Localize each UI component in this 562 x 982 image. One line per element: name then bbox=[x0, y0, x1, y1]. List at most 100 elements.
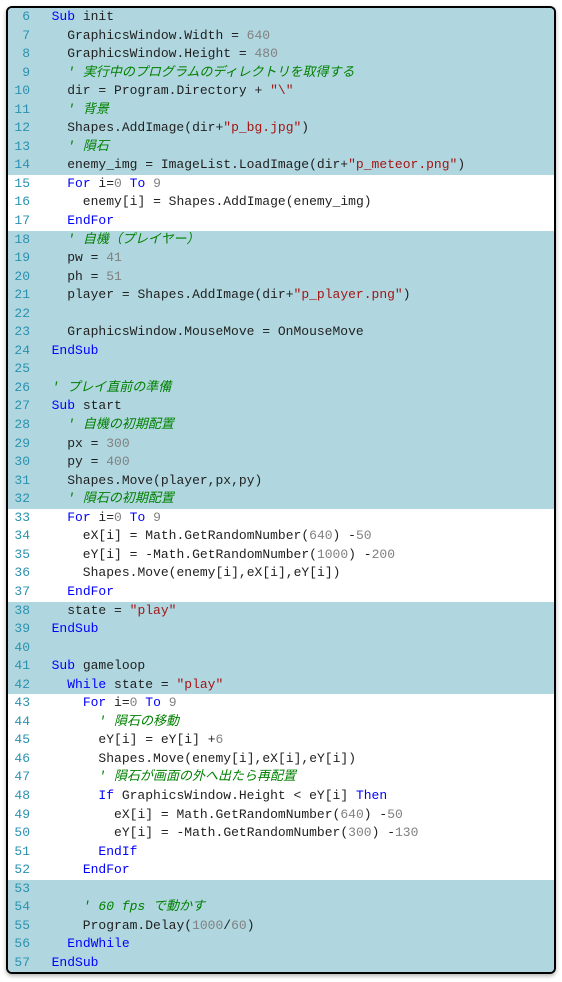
code-content[interactable]: EndFor bbox=[36, 861, 554, 880]
code-content[interactable]: ' 実行中のプログラムのディレクトリを取得する bbox=[36, 64, 554, 83]
code-content[interactable]: ' 隕石 bbox=[36, 138, 554, 157]
code-content[interactable]: EndSub bbox=[36, 620, 554, 639]
code-content[interactable]: EndFor bbox=[36, 583, 554, 602]
code-content[interactable]: Sub gameloop bbox=[36, 657, 554, 676]
code-line[interactable]: 10 dir = Program.Directory + "\" bbox=[8, 82, 554, 101]
code-line[interactable]: 28 ' 自機の初期配置 bbox=[8, 416, 554, 435]
code-line[interactable]: 45 eY[i] = eY[i] +6 bbox=[8, 731, 554, 750]
code-line[interactable]: 16 enemy[i] = Shapes.AddImage(enemy_img) bbox=[8, 193, 554, 212]
code-line[interactable]: 26 ' プレイ直前の準備 bbox=[8, 379, 554, 398]
code-line[interactable]: 17 EndFor bbox=[8, 212, 554, 231]
code-line[interactable]: 8 GraphicsWindow.Height = 480 bbox=[8, 45, 554, 64]
code-line[interactable]: 54 ' 60 fps で動かす bbox=[8, 898, 554, 917]
code-line[interactable]: 6 Sub init bbox=[8, 8, 554, 27]
code-content[interactable]: Sub start bbox=[36, 397, 554, 416]
code-content[interactable]: ' 60 fps で動かす bbox=[36, 898, 554, 917]
code-line[interactable]: 30 py = 400 bbox=[8, 453, 554, 472]
code-line[interactable]: 56 EndWhile bbox=[8, 935, 554, 954]
code-content[interactable]: ' 隕石が画面の外へ出たら再配置 bbox=[36, 768, 554, 787]
code-line[interactable]: 24 EndSub bbox=[8, 342, 554, 361]
code-content[interactable]: state = "play" bbox=[36, 602, 554, 621]
code-content[interactable]: EndIf bbox=[36, 843, 554, 862]
code-content[interactable]: EndFor bbox=[36, 212, 554, 231]
code-content[interactable]: ' プレイ直前の準備 bbox=[36, 379, 554, 398]
code-content[interactable]: While state = "play" bbox=[36, 676, 554, 695]
code-line[interactable]: 18 ' 自機（プレイヤー） bbox=[8, 231, 554, 250]
code-content[interactable]: player = Shapes.AddImage(dir+"p_player.p… bbox=[36, 286, 554, 305]
code-line[interactable]: 25 bbox=[8, 360, 554, 379]
code-content[interactable]: ph = 51 bbox=[36, 268, 554, 287]
code-line[interactable]: 15 For i=0 To 9 bbox=[8, 175, 554, 194]
code-line[interactable]: 38 state = "play" bbox=[8, 602, 554, 621]
code-line[interactable]: 43 For i=0 To 9 bbox=[8, 694, 554, 713]
code-content[interactable]: GraphicsWindow.Height = 480 bbox=[36, 45, 554, 64]
code-line[interactable]: 47 ' 隕石が画面の外へ出たら再配置 bbox=[8, 768, 554, 787]
code-content[interactable]: ' 隕石の移動 bbox=[36, 713, 554, 732]
code-line[interactable]: 57 EndSub bbox=[8, 954, 554, 973]
code-content[interactable]: For i=0 To 9 bbox=[36, 694, 554, 713]
code-line[interactable]: 52 EndFor bbox=[8, 861, 554, 880]
code-content[interactable]: eY[i] = eY[i] +6 bbox=[36, 731, 554, 750]
code-content[interactable]: px = 300 bbox=[36, 435, 554, 454]
code-content[interactable]: For i=0 To 9 bbox=[36, 175, 554, 194]
code-line[interactable]: 53 bbox=[8, 880, 554, 899]
code-content[interactable]: eX[i] = Math.GetRandomNumber(640) -50 bbox=[36, 806, 554, 825]
code-line[interactable]: 41 Sub gameloop bbox=[8, 657, 554, 676]
code-line[interactable]: 42 While state = "play" bbox=[8, 676, 554, 695]
code-line[interactable]: 44 ' 隕石の移動 bbox=[8, 713, 554, 732]
code-line[interactable]: 23 GraphicsWindow.MouseMove = OnMouseMov… bbox=[8, 323, 554, 342]
code-content[interactable]: If GraphicsWindow.Height < eY[i] Then bbox=[36, 787, 554, 806]
code-line[interactable]: 55 Program.Delay(1000/60) bbox=[8, 917, 554, 936]
code-line[interactable]: 33 For i=0 To 9 bbox=[8, 509, 554, 528]
code-content[interactable]: ' 自機の初期配置 bbox=[36, 416, 554, 435]
code-line[interactable]: 27 Sub start bbox=[8, 397, 554, 416]
code-content[interactable]: ' 背景 bbox=[36, 101, 554, 120]
code-content[interactable]: eX[i] = Math.GetRandomNumber(640) -50 bbox=[36, 527, 554, 546]
code-content[interactable]: eY[i] = -Math.GetRandomNumber(300) -130 bbox=[36, 824, 554, 843]
code-line[interactable]: 11 ' 背景 bbox=[8, 101, 554, 120]
code-content[interactable]: Shapes.Move(enemy[i],eX[i],eY[i]) bbox=[36, 750, 554, 769]
code-line[interactable]: 13 ' 隕石 bbox=[8, 138, 554, 157]
code-line[interactable]: 31 Shapes.Move(player,px,py) bbox=[8, 472, 554, 491]
code-content[interactable]: Shapes.Move(enemy[i],eX[i],eY[i]) bbox=[36, 564, 554, 583]
code-line[interactable]: 7 GraphicsWindow.Width = 640 bbox=[8, 27, 554, 46]
code-content[interactable]: EndWhile bbox=[36, 935, 554, 954]
code-content[interactable]: dir = Program.Directory + "\" bbox=[36, 82, 554, 101]
code-line[interactable]: 50 eY[i] = -Math.GetRandomNumber(300) -1… bbox=[8, 824, 554, 843]
code-line[interactable]: 51 EndIf bbox=[8, 843, 554, 862]
code-content[interactable]: ' 自機（プレイヤー） bbox=[36, 231, 554, 250]
code-content[interactable]: enemy_img = ImageList.LoadImage(dir+"p_m… bbox=[36, 156, 554, 175]
code-content[interactable]: GraphicsWindow.Width = 640 bbox=[36, 27, 554, 46]
code-line[interactable]: 49 eX[i] = Math.GetRandomNumber(640) -50 bbox=[8, 806, 554, 825]
code-line[interactable]: 46 Shapes.Move(enemy[i],eX[i],eY[i]) bbox=[8, 750, 554, 769]
code-line[interactable]: 21 player = Shapes.AddImage(dir+"p_playe… bbox=[8, 286, 554, 305]
code-content[interactable]: EndSub bbox=[36, 954, 554, 973]
code-line[interactable]: 34 eX[i] = Math.GetRandomNumber(640) -50 bbox=[8, 527, 554, 546]
code-editor[interactable]: 6 Sub init7 GraphicsWindow.Width = 6408 … bbox=[6, 6, 556, 974]
code-line[interactable]: 14 enemy_img = ImageList.LoadImage(dir+"… bbox=[8, 156, 554, 175]
code-line[interactable]: 32 ' 隕石の初期配置 bbox=[8, 490, 554, 509]
code-line[interactable]: 40 bbox=[8, 639, 554, 658]
code-content[interactable]: For i=0 To 9 bbox=[36, 509, 554, 528]
code-line[interactable]: 22 bbox=[8, 305, 554, 324]
code-line[interactable]: 9 ' 実行中のプログラムのディレクトリを取得する bbox=[8, 64, 554, 83]
code-content[interactable]: Shapes.Move(player,px,py) bbox=[36, 472, 554, 491]
code-content[interactable]: Program.Delay(1000/60) bbox=[36, 917, 554, 936]
code-line[interactable]: 20 ph = 51 bbox=[8, 268, 554, 287]
code-content[interactable]: EndSub bbox=[36, 342, 554, 361]
code-line[interactable]: 19 pw = 41 bbox=[8, 249, 554, 268]
code-line[interactable]: 35 eY[i] = -Math.GetRandomNumber(1000) -… bbox=[8, 546, 554, 565]
code-content[interactable]: py = 400 bbox=[36, 453, 554, 472]
code-content[interactable]: pw = 41 bbox=[36, 249, 554, 268]
code-content[interactable]: GraphicsWindow.MouseMove = OnMouseMove bbox=[36, 323, 554, 342]
code-line[interactable]: 48 If GraphicsWindow.Height < eY[i] Then bbox=[8, 787, 554, 806]
code-content[interactable]: enemy[i] = Shapes.AddImage(enemy_img) bbox=[36, 193, 554, 212]
code-content[interactable]: eY[i] = -Math.GetRandomNumber(1000) -200 bbox=[36, 546, 554, 565]
code-content[interactable]: ' 隕石の初期配置 bbox=[36, 490, 554, 509]
code-line[interactable]: 37 EndFor bbox=[8, 583, 554, 602]
code-line[interactable]: 29 px = 300 bbox=[8, 435, 554, 454]
code-line[interactable]: 12 Shapes.AddImage(dir+"p_bg.jpg") bbox=[8, 119, 554, 138]
code-content[interactable]: Sub init bbox=[36, 8, 554, 27]
code-line[interactable]: 39 EndSub bbox=[8, 620, 554, 639]
code-line[interactable]: 36 Shapes.Move(enemy[i],eX[i],eY[i]) bbox=[8, 564, 554, 583]
